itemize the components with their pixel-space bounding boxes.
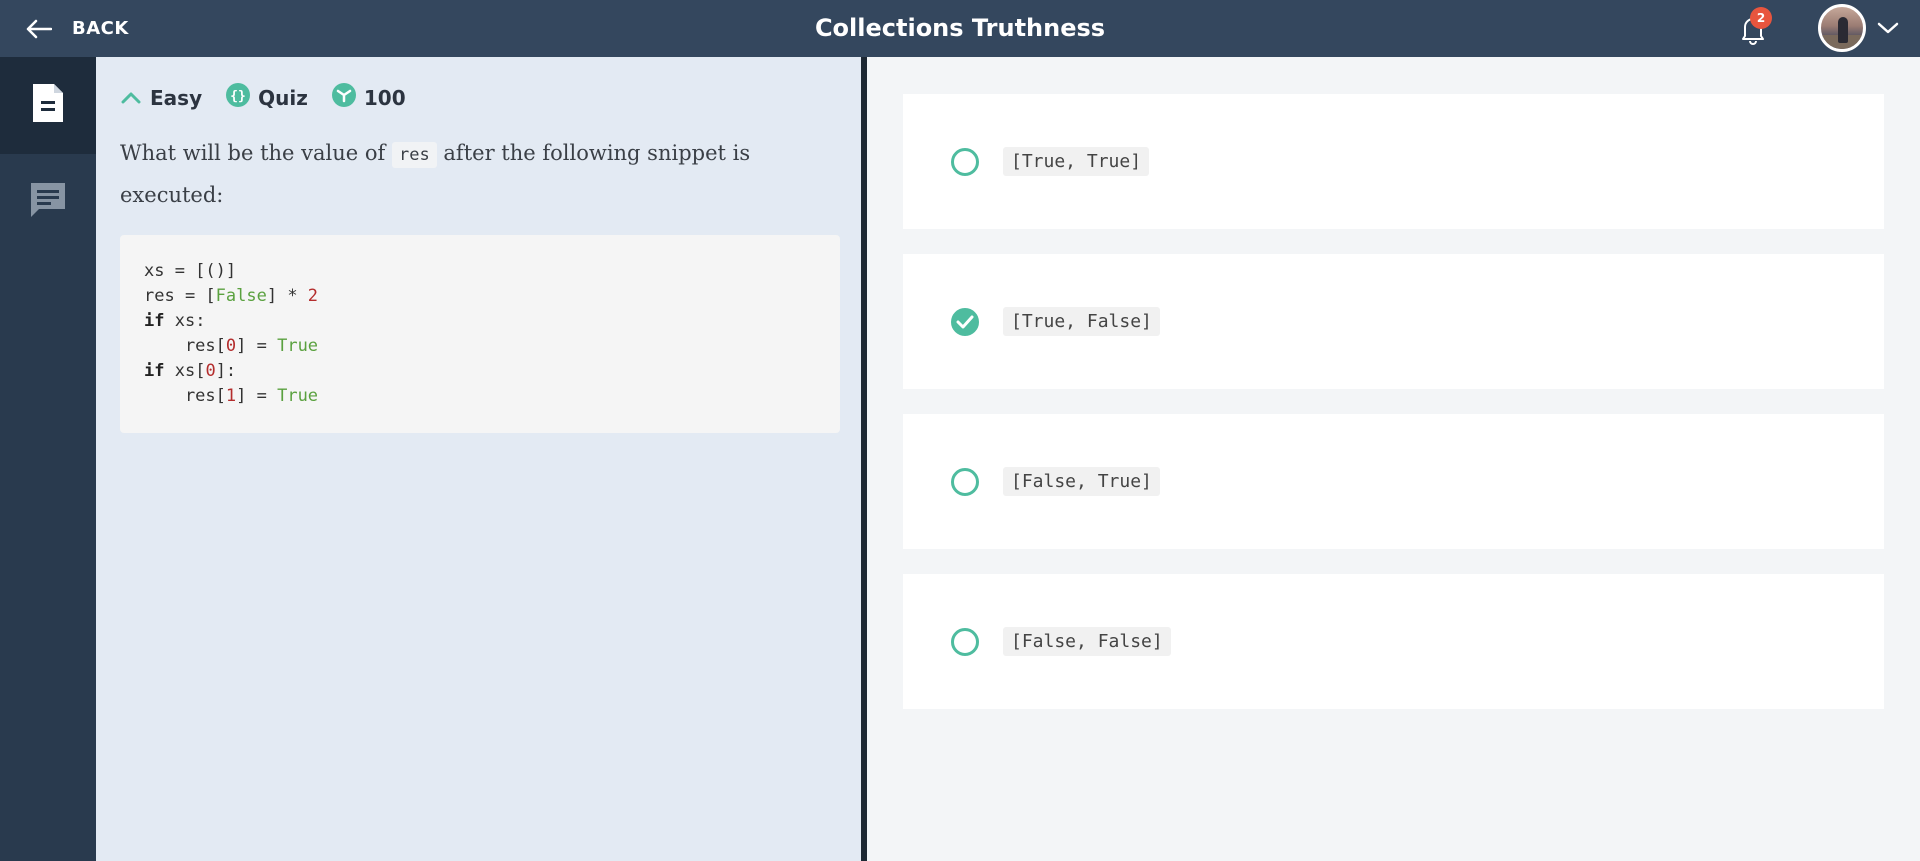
option-label: [False, True] bbox=[1003, 467, 1160, 496]
code-line: if xs[0]: bbox=[144, 361, 237, 381]
rail-item-comments[interactable] bbox=[0, 154, 96, 251]
difficulty-label: Easy bbox=[150, 85, 203, 110]
inline-code: res bbox=[392, 142, 437, 168]
option-label: [False, False] bbox=[1003, 627, 1171, 656]
answer-option[interactable]: [False, True] bbox=[903, 414, 1884, 549]
radio-unchecked-icon[interactable] bbox=[951, 147, 979, 176]
check-circle-icon[interactable] bbox=[951, 307, 979, 336]
comment-icon bbox=[27, 179, 69, 226]
question-panel: Easy {} Quiz 100 What will be the value … bbox=[96, 57, 861, 861]
code-block: xs = [()] res = [False] * 2 if xs: res[0… bbox=[120, 235, 840, 433]
question-meta: Easy {} Quiz 100 bbox=[120, 83, 430, 112]
points-icon bbox=[331, 83, 364, 112]
code-line: res = [False] * 2 bbox=[144, 286, 319, 306]
question-text: What will be the value of res after the … bbox=[120, 133, 820, 215]
code-line: res[0] = True bbox=[144, 336, 319, 356]
svg-text:{}: {} bbox=[230, 89, 246, 104]
page-title: Collections Truthness bbox=[814, 14, 1106, 42]
code-line: res[1] = True bbox=[144, 386, 319, 406]
answer-option[interactable]: [True, False] bbox=[903, 254, 1884, 389]
question-type-label: Quiz bbox=[258, 85, 308, 110]
top-bar: BACK Collections Truthness 2 bbox=[0, 0, 1920, 57]
points: 100 bbox=[331, 83, 406, 112]
radio-unchecked-icon[interactable] bbox=[951, 467, 979, 496]
document-icon bbox=[30, 81, 66, 130]
notification-badge: 2 bbox=[1750, 7, 1772, 29]
question-text-before: What will be the value of bbox=[120, 141, 386, 165]
left-rail bbox=[0, 57, 96, 861]
back-button[interactable]: BACK bbox=[26, 0, 129, 57]
radio-unchecked-icon[interactable] bbox=[951, 627, 979, 656]
answer-option[interactable]: [True, True] bbox=[903, 94, 1884, 229]
braces-icon: {} bbox=[226, 83, 258, 112]
code-line: xs = [()] bbox=[144, 261, 237, 281]
points-label: 100 bbox=[363, 85, 406, 110]
difficulty: Easy bbox=[120, 86, 202, 110]
back-label: BACK bbox=[72, 18, 129, 39]
code-line: if xs: bbox=[144, 311, 206, 331]
panel-divider[interactable] bbox=[861, 57, 867, 861]
option-label: [True, False] bbox=[1003, 307, 1160, 336]
answer-option[interactable]: [False, False] bbox=[903, 574, 1884, 709]
arrow-left-icon bbox=[26, 19, 52, 39]
question-type: {} Quiz bbox=[226, 83, 308, 112]
chevron-down-icon[interactable] bbox=[1876, 18, 1900, 43]
option-label: [True, True] bbox=[1003, 147, 1150, 176]
chevron-up-icon bbox=[120, 86, 150, 110]
avatar[interactable] bbox=[1818, 4, 1866, 52]
rail-item-document[interactable] bbox=[0, 57, 96, 154]
